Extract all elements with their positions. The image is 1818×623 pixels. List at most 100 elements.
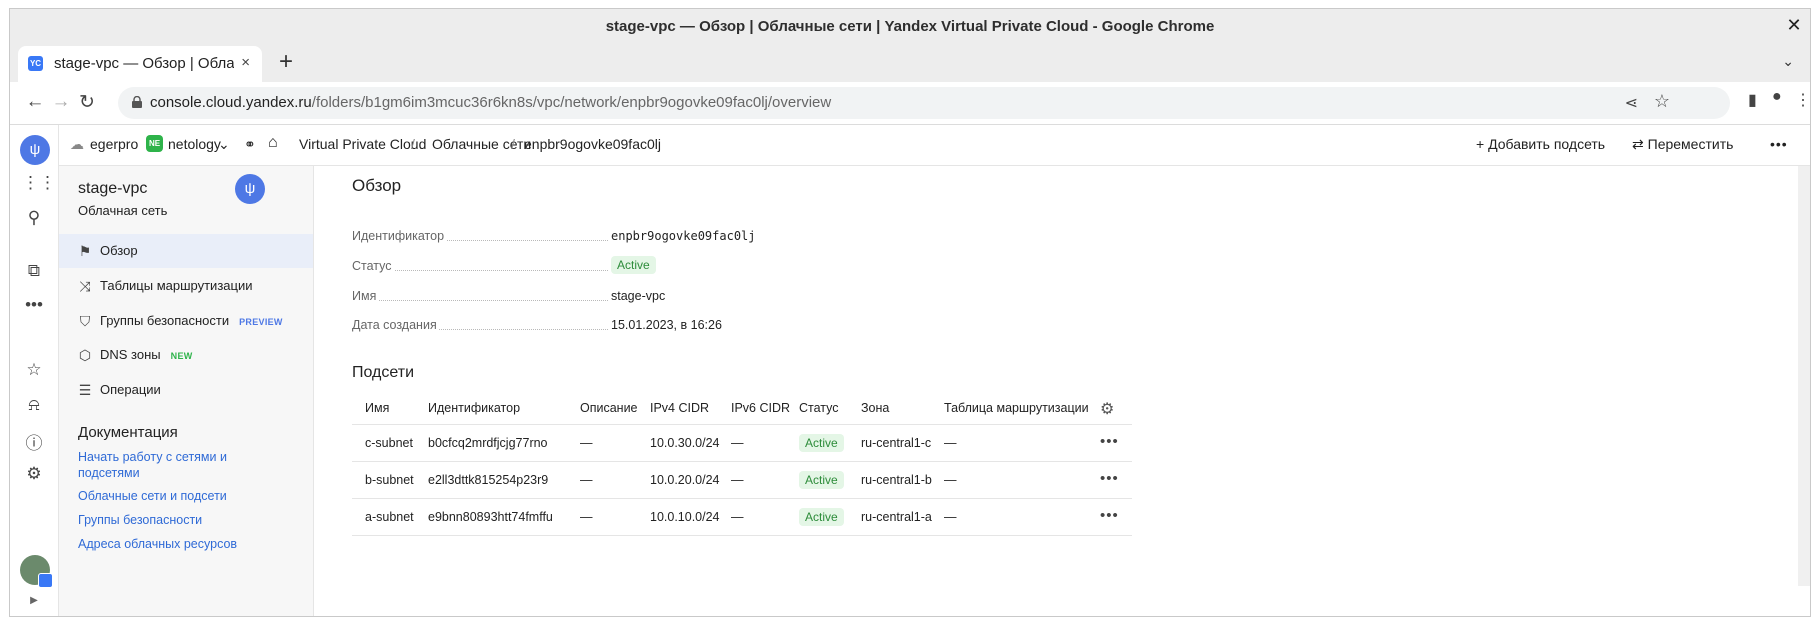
lock-icon xyxy=(132,96,142,108)
plus-icon: + xyxy=(1476,136,1489,152)
column-header[interactable]: Статус xyxy=(799,401,839,415)
doc-link[interactable]: Адреса облачных ресурсов xyxy=(78,536,248,552)
cell-zone: ru-central1-c xyxy=(861,436,932,450)
move-button[interactable]: ⇄ Переместить xyxy=(1632,136,1733,153)
new-tab-icon[interactable]: + xyxy=(272,48,300,76)
subnets-heading: Подсети xyxy=(352,364,415,381)
services-grid-icon[interactable]: ⋮⋮ xyxy=(22,173,56,197)
browser-menu-icon[interactable]: ⋮ xyxy=(1795,90,1810,110)
sidebar-item-security-groups[interactable]: ⛉ Группы безопасности PREVIEW xyxy=(59,304,313,338)
status-badge: Active xyxy=(799,508,844,526)
table-row[interactable]: b-subnet e2ll3dttk815254p23r9 — 10.0.20.… xyxy=(352,461,1132,498)
notifications-bell-icon[interactable]: ⍾ xyxy=(22,395,46,419)
breadcrumb-networks[interactable]: Облачные сети xyxy=(432,136,531,152)
cell-name[interactable]: a-subnet xyxy=(365,510,414,524)
profile-icon[interactable]: ● xyxy=(1772,88,1782,106)
bookmark-star-icon[interactable]: ☆ xyxy=(1654,91,1670,112)
add-subnet-label: Добавить подсеть xyxy=(1488,136,1606,152)
row-actions-icon[interactable]: ••• xyxy=(1100,507,1119,524)
window-close-icon[interactable]: ✕ xyxy=(1784,15,1804,36)
flag-icon: ⚑ xyxy=(78,243,92,259)
search-icon[interactable]: ⚲ xyxy=(22,208,46,232)
column-header[interactable]: Таблица маршрутизации xyxy=(944,401,1089,415)
expand-rail-icon[interactable]: ▶ xyxy=(10,595,58,616)
main-content: Обзор Идентификатор enpbr9ogovke09fac0lj… xyxy=(314,166,1810,616)
console-header: ☁ egerpro NE netology ⌄ ⚭ ⌂ Virtual Priv… xyxy=(58,125,1810,166)
folder-badge: NE xyxy=(146,135,163,152)
page-title: Обзор xyxy=(352,176,402,195)
cell-description: — xyxy=(580,510,593,524)
browser-tab[interactable]: YC stage-vpc — Обзор | Облачные сети × xyxy=(18,46,262,82)
cell-id: e2ll3dttk815254p23r9 xyxy=(428,473,549,487)
folder-name[interactable]: netology xyxy=(168,136,221,152)
tab-search-chevron-icon[interactable]: ⌄ xyxy=(1782,53,1794,70)
cell-zone: ru-central1-a xyxy=(861,510,932,524)
column-header[interactable]: Имя xyxy=(365,401,389,415)
scrollbar[interactable] xyxy=(1798,166,1810,586)
cell-route-table: — xyxy=(944,510,957,524)
vpc-service-icon[interactable]: ⧉ xyxy=(22,261,46,285)
service-map-icon[interactable]: ⚭ xyxy=(244,136,256,153)
url-path: /folders/b1gm6im3mcuc36r6kn8s/vpc/networ… xyxy=(311,94,832,111)
status-badge: Active xyxy=(799,471,844,489)
add-subnet-button[interactable]: + Добавить подсеть xyxy=(1476,136,1605,152)
sidebar-item-operations[interactable]: ☰ Операции xyxy=(59,373,313,407)
network-type: Облачная сеть xyxy=(78,203,168,218)
cell-ipv6: — xyxy=(731,510,744,524)
cell-id: b0cfcq2mrdfjcjg77rno xyxy=(428,436,548,450)
column-header[interactable]: Идентификатор xyxy=(428,401,520,415)
back-icon[interactable]: ← xyxy=(24,91,46,113)
column-header[interactable]: Зона xyxy=(861,401,889,415)
swap-icon: ⇄ xyxy=(1632,136,1648,152)
settings-gear-icon[interactable]: ⚙ xyxy=(22,464,46,488)
share-icon[interactable]: ⋖ xyxy=(1625,93,1638,113)
column-header[interactable]: Описание xyxy=(580,401,638,415)
row-actions-icon[interactable]: ••• xyxy=(1100,433,1119,450)
avatar[interactable] xyxy=(20,555,53,588)
cell-name[interactable]: c-subnet xyxy=(365,436,413,450)
tab-strip: YC stage-vpc — Обзор | Облачные сети × +… xyxy=(10,44,1810,82)
status-badge: Active xyxy=(799,434,844,452)
cell-name[interactable]: b-subnet xyxy=(365,473,414,487)
cell-route-table: — xyxy=(944,473,957,487)
table-settings-gear-icon[interactable]: ⚙ xyxy=(1100,399,1114,419)
side-panel-icon[interactable]: ▮ xyxy=(1748,90,1757,110)
field-id: Идентификатор enpbr9ogovke09fac0lj xyxy=(352,226,912,246)
tab-close-icon[interactable]: × xyxy=(241,54,250,71)
folder-chevron-down-icon[interactable]: ⌄ xyxy=(218,136,230,153)
column-header[interactable]: IPv4 CIDR xyxy=(650,401,709,415)
favicon-icon: YC xyxy=(28,56,43,71)
address-bar[interactable]: console.cloud.yandex.ru/folders/b1gm6im3… xyxy=(118,87,1730,119)
field-value: stage-vpc xyxy=(611,289,666,303)
table-row[interactable]: c-subnet b0cfcq2mrdfjcjg77rno — 10.0.30.… xyxy=(352,424,1132,461)
cloud-name[interactable]: egerpro xyxy=(90,136,138,152)
column-header[interactable]: IPv6 CIDR xyxy=(731,401,790,415)
cell-ipv6: — xyxy=(731,473,744,487)
cell-description: — xyxy=(580,436,593,450)
security-groups-text: Группы безопасности xyxy=(100,313,230,328)
sidebar-item-dns-zones[interactable]: ⬡ DNS зоны NEW xyxy=(59,338,313,372)
favorites-star-icon[interactable]: ☆ xyxy=(22,360,46,384)
table-row[interactable]: a-subnet e9bnn80893htt74fmffu — 10.0.10.… xyxy=(352,498,1132,536)
doc-link[interactable]: Группы безопасности xyxy=(78,512,248,528)
more-actions-icon[interactable]: ••• xyxy=(1770,136,1788,152)
network-sidebar: stage-vpc Облачная сеть ψ ⚑ Обзор ⤨ Табл… xyxy=(59,166,314,616)
doc-link[interactable]: Начать работу с сетями и подсетями xyxy=(78,449,248,481)
row-actions-icon[interactable]: ••• xyxy=(1100,470,1119,487)
doc-link[interactable]: Облачные сети и подсети xyxy=(78,488,248,504)
tab-title: stage-vpc — Обзор | Облачные сети xyxy=(54,55,234,72)
new-tag: NEW xyxy=(170,351,193,361)
field-key: Дата создания xyxy=(352,318,439,332)
sidebar-item-route-tables[interactable]: ⤨ Таблицы маршрутизации xyxy=(59,269,313,303)
cell-ipv4: 10.0.20.0/24 xyxy=(650,473,720,487)
breadcrumb-vpc[interactable]: Virtual Private Cloud xyxy=(299,136,426,152)
sidebar-item-overview[interactable]: ⚑ Обзор xyxy=(59,234,313,268)
yc-logo-icon[interactable]: ψ xyxy=(20,135,50,165)
reload-icon[interactable]: ↻ xyxy=(76,91,98,114)
forward-icon[interactable]: → xyxy=(50,91,72,113)
browser-toolbar: ← → ↻ console.cloud.yandex.ru/folders/b1… xyxy=(10,82,1810,125)
home-icon[interactable]: ⌂ xyxy=(268,134,278,152)
help-icon[interactable]: ⓘ xyxy=(22,429,46,453)
leader-dots xyxy=(352,300,608,301)
more-services-icon[interactable]: ••• xyxy=(22,295,46,319)
